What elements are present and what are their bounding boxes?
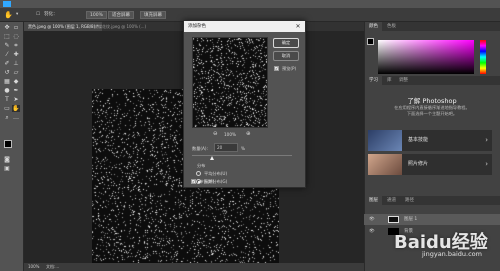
crop-tool-icon[interactable]: ⌗ [12,42,20,49]
learn-card-thumbnail [368,154,402,175]
tab-color[interactable]: 颜色 [365,22,382,31]
status-doc-info[interactable]: 文档:... [46,263,59,271]
monochrome-label: 单色(M) [199,179,215,184]
zoom-100-button[interactable]: 100% [86,11,107,19]
blur-tool-icon[interactable]: ◆ [12,78,20,85]
hue-slider[interactable] [480,40,486,74]
chevron-right-icon: › [485,136,488,144]
layer-row[interactable]: 👁 图层 1 [364,214,500,225]
tab-adjustments[interactable]: 调整 [395,76,412,85]
healing-brush-tool-icon[interactable]: ✚ [12,51,20,58]
options-text: 羽化： [44,12,58,17]
lasso-tool-icon[interactable]: ◌ [12,33,20,40]
learn-panel-tabs: 学习 库 调整 [365,76,500,85]
color-panel-tabs: 颜色 色板 [365,22,500,31]
tab-learn[interactable]: 学习 [365,76,382,85]
hand-tool-icon[interactable]: ✋ [12,105,20,112]
noise-preview[interactable] [192,37,268,128]
zoom-tool-icon[interactable]: ⌕ [3,114,11,121]
move-tool-icon[interactable]: ✥ [3,24,11,31]
panel-foreground-swatch[interactable] [367,38,374,45]
hand-tool-icon[interactable]: ✋ [4,11,13,19]
more-tools-icon[interactable]: … [12,114,20,121]
marquee-tool-icon[interactable]: ⬚ [3,33,11,40]
gradient-tool-icon[interactable]: ▦ [3,78,11,85]
learn-desc-line-2: 下面选择一个主题开始吧。 [406,111,458,116]
history-brush-tool-icon[interactable]: ↺ [3,69,11,76]
learn-panel-description: 在应用程序内直接循序渐进地指导教程。 下面选择一个主题开始吧。 [368,105,496,117]
layer-thumbnail [388,216,399,223]
status-bar: 100% 文档:... [24,263,364,271]
scroll-all-checkbox[interactable]: ☐ [36,11,40,19]
fit-screen-button[interactable]: 适合屏幕 [108,11,134,19]
amount-label: 数量(A): [192,146,208,151]
tab-layers[interactable]: 图层 [365,196,382,205]
color-picker-field[interactable] [378,40,474,74]
amount-unit: % [241,146,245,151]
status-zoom[interactable]: 100% [28,263,39,271]
tab-paths[interactable]: 路径 [401,196,418,205]
layers-panel-tabs: 图层 通道 路径 [365,196,500,205]
amount-slider-handle[interactable] [210,156,214,160]
type-tool-icon[interactable]: T [3,96,11,103]
zoom-out-icon[interactable]: ⊖ [213,131,218,137]
tab-libraries[interactable]: 库 [383,76,396,85]
monochrome-checkbox[interactable]: ✓ [191,179,196,184]
quick-select-tool-icon[interactable]: ✎ [3,42,11,49]
amount-slider-track[interactable] [192,155,292,156]
quick-mask-icon[interactable]: ◙ [3,156,11,163]
eraser-tool-icon[interactable]: ▱ [12,69,20,76]
preview-checkbox[interactable]: ✓ [274,66,279,71]
chevron-right-icon: › [485,160,488,168]
distribution-label: 分布 [197,163,206,168]
zoom-in-icon[interactable]: ⊕ [246,131,251,137]
path-selection-tool-icon[interactable]: ➤ [12,96,20,103]
menu-bar [0,0,500,8]
learn-card-label: 基本技能 [408,137,429,143]
learn-card-thumbnail [368,130,402,151]
tab-document-inactive[interactable]: 蝴蝶花纹.jpeg @ 100% (...) [90,22,150,31]
watermark-url: jingyan.baidu.com [422,250,482,258]
tools-panel: ✥ ▫ ⬚ ◌ ✎ ⌗ ⁄ ✚ ✐ ⊥ ↺ ▱ ▦ ◆ ● ✒ T ➤ ▭ ✋ … [0,22,24,271]
dialog-title: 添加杂色 [188,24,206,29]
tab-channels[interactable]: 通道 [383,196,400,205]
dialog-titlebar[interactable]: 添加杂色 ✕ [184,21,305,32]
ok-button[interactable]: 确定 [273,38,299,48]
tool-preset-chevron-icon[interactable]: ▾ [16,11,18,19]
fill-screen-button[interactable]: 填充屏幕 [140,11,166,19]
eye-icon[interactable]: 👁 [369,226,375,237]
add-noise-dialog: 添加杂色 ✕ ⊖ 100% ⊕ 确定 取消 ✓ 预览(P) 数量(A): 20 … [183,20,306,188]
rectangle-tool-icon[interactable]: ▭ [3,105,11,112]
cancel-button[interactable]: 取消 [273,51,299,61]
layer-name[interactable]: 图层 1 [404,214,417,225]
preview-label: 预览(P) [282,66,297,71]
dodge-tool-icon[interactable]: ● [3,87,11,94]
learn-panel-title: 了解 Photoshop [407,97,457,105]
tab-swatches[interactable]: 色板 [383,22,400,31]
amount-input[interactable]: 20 [214,143,238,152]
screen-mode-icon[interactable]: ▣ [3,165,11,172]
close-icon[interactable]: ✕ [294,21,302,32]
preview-zoom-value: 100% [224,132,236,137]
eye-icon[interactable]: 👁 [369,214,375,225]
foreground-color-swatch[interactable] [4,140,12,148]
pen-tool-icon[interactable]: ✒ [12,87,20,94]
artboard-tool-icon[interactable]: ▫ [12,24,20,31]
brush-tool-icon[interactable]: ✐ [3,60,11,67]
photoshop-logo-icon [3,1,11,7]
clone-stamp-tool-icon[interactable]: ⊥ [12,60,20,67]
uniform-radio[interactable] [196,171,201,176]
eyedropper-tool-icon[interactable]: ⁄ [3,51,11,58]
learn-card-photo-fix[interactable]: 照片修片 › [368,154,492,175]
learn-card-label: 照片修片 [408,161,429,167]
uniform-label: 平均分布(U) [204,171,228,176]
learn-card-basic-skills[interactable]: 基本技能 › [368,130,492,151]
